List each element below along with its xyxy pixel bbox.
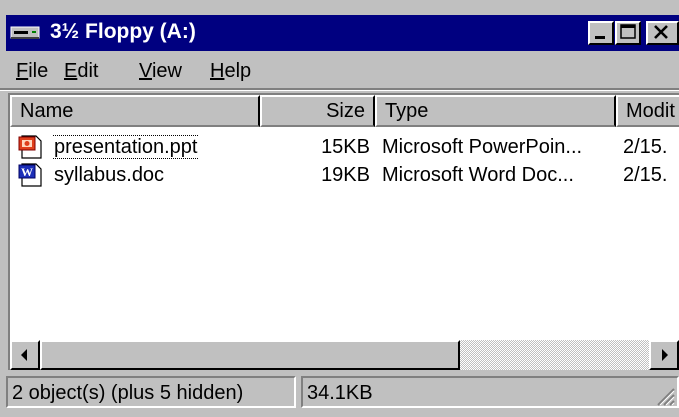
scroll-left-button[interactable] — [10, 340, 40, 370]
explorer-window: 3½ Floppy (A:) File Edit View Help Name … — [0, 0, 679, 417]
menu-file-label: ile — [28, 60, 49, 82]
status-bar: 2 object(s) (plus 5 hidden) 34.1KB — [6, 376, 679, 412]
menu-view-accel: V — [139, 60, 152, 82]
file-size: 19KB — [321, 164, 370, 186]
column-header-name[interactable]: Name — [10, 95, 260, 127]
maximize-icon — [620, 24, 636, 39]
column-header-modified[interactable]: Modit — [616, 95, 679, 127]
powerpoint-file-icon — [18, 135, 44, 159]
file-row-presentation[interactable]: presentation.ppt 15KB Microsoft PowerPoi… — [10, 133, 679, 161]
menu-edit-accel: E — [64, 60, 78, 82]
menu-edit[interactable]: Edit — [64, 60, 98, 83]
menu-edit-label: dit — [77, 60, 99, 82]
file-name: syllabus.doc — [54, 164, 165, 186]
file-list-view[interactable]: Name Size Type Modit presentation.ppt 15… — [8, 93, 679, 370]
file-modified: 2/15. — [623, 136, 668, 158]
menu-help[interactable]: Help — [210, 60, 251, 83]
close-button[interactable] — [646, 21, 679, 45]
menu-view[interactable]: View — [139, 60, 182, 83]
file-row-syllabus[interactable]: W syllabus.doc 19KB Microsoft Word Doc..… — [10, 161, 679, 189]
menu-divider — [0, 88, 679, 91]
column-header-size[interactable]: Size — [260, 95, 375, 127]
menu-file-accel: F — [16, 60, 29, 82]
arrow-right-icon — [662, 349, 668, 361]
resize-grip-icon[interactable] — [653, 384, 675, 406]
title-bar[interactable]: 3½ Floppy (A:) — [6, 15, 679, 51]
status-object-count: 2 object(s) (plus 5 hidden) — [6, 376, 296, 408]
scroll-thumb[interactable] — [40, 340, 460, 370]
floppy-drive-icon — [10, 21, 40, 43]
list-header: Name Size Type Modit — [10, 95, 679, 127]
close-icon — [654, 25, 668, 39]
column-header-type[interactable]: Type — [375, 95, 616, 127]
window-title: 3½ Floppy (A:) — [50, 20, 196, 43]
maximize-button[interactable] — [615, 21, 641, 45]
menu-help-accel: H — [210, 60, 225, 82]
menu-file[interactable]: File — [16, 60, 48, 83]
minimize-icon — [595, 36, 605, 39]
horizontal-scrollbar[interactable] — [10, 340, 679, 370]
file-modified: 2/15. — [623, 164, 668, 186]
file-name-text: presentation.ppt — [52, 135, 200, 159]
svg-text:W: W — [21, 165, 33, 179]
file-name: presentation.ppt — [52, 133, 200, 161]
scroll-right-button[interactable] — [649, 340, 679, 370]
menu-view-label: iew — [151, 60, 182, 82]
minimize-button[interactable] — [588, 21, 614, 45]
menu-bar: File Edit View Help — [6, 56, 679, 90]
file-size: 15KB — [321, 136, 370, 158]
word-document-icon: W — [18, 163, 44, 187]
file-type: Microsoft PowerPoin... — [382, 136, 583, 158]
status-total-size: 34.1KB — [301, 376, 679, 408]
arrow-left-icon — [21, 349, 27, 361]
menu-help-label: elp — [224, 60, 252, 82]
file-type: Microsoft Word Doc... — [382, 164, 574, 186]
